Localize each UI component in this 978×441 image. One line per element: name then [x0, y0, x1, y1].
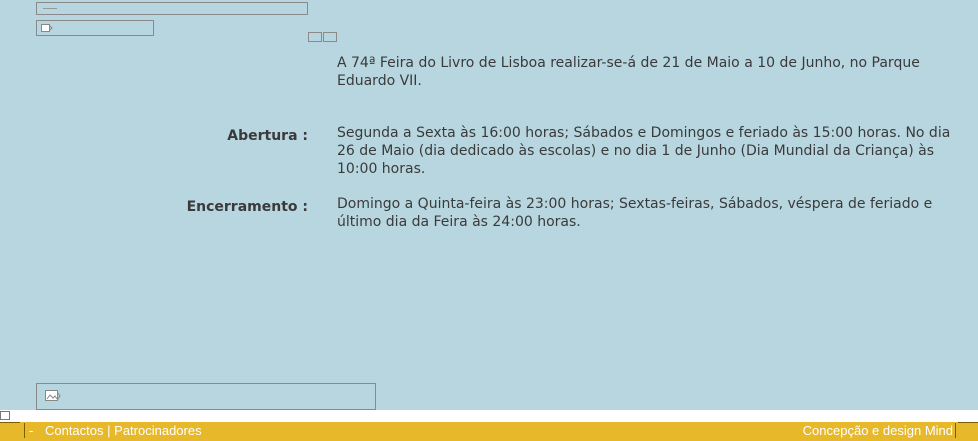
broken-image-icon — [45, 390, 61, 401]
sponsors-link[interactable]: Patrocinadores — [114, 423, 201, 438]
intro-text: A 74ª Feira do Livro de Lisboa realizar-… — [337, 55, 920, 89]
opening-text: Segunda a Sexta às 16:00 horas; Sábados … — [337, 125, 951, 177]
footer-spacer — [0, 410, 978, 422]
logo-placeholder[interactable] — [36, 20, 154, 36]
small-placeholder-left — [308, 32, 322, 42]
footer-bar: - Contactos | Patrocinadores Concepção e… — [0, 422, 978, 441]
closing-label: Encerramento : — [186, 199, 308, 215]
footer-bullet: - — [29, 423, 34, 438]
opening-label: Abertura : — [227, 128, 308, 144]
bottom-banner-placeholder — [36, 383, 376, 410]
broken-image-icon — [43, 8, 57, 9]
top-banner-placeholder — [36, 2, 308, 15]
broken-image-icon — [41, 24, 53, 32]
contacts-link[interactable]: Contactos — [45, 423, 104, 438]
footer-corner-right — [958, 422, 978, 423]
footer-small-placeholder — [0, 411, 10, 420]
footer-corner-left — [0, 422, 20, 423]
small-placeholder-right — [323, 32, 337, 42]
design-credits[interactable]: Concepção e design Mind — [803, 423, 956, 438]
footer-links: - Contactos | Patrocinadores — [24, 423, 202, 438]
footer-separator: | — [107, 423, 111, 438]
closing-text: Domingo a Quinta-feira às 23:00 horas; S… — [337, 196, 933, 230]
